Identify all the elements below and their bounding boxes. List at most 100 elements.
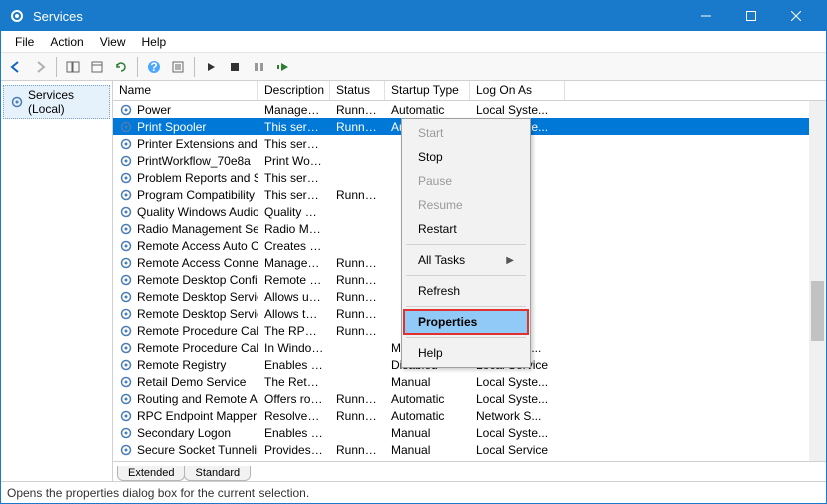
cell-description: Enables rem... — [258, 358, 330, 372]
menu-view[interactable]: View — [92, 33, 134, 51]
service-row[interactable]: RPC Endpoint MapperResolves RP...Running… — [113, 407, 826, 424]
cell-name: Printer Extensions and Notif... — [113, 137, 258, 151]
tree-node-services-local[interactable]: Services (Local) — [3, 85, 110, 119]
cell-description: This service ... — [258, 188, 330, 202]
gear-icon — [119, 137, 133, 151]
cell-status: Running — [330, 307, 385, 321]
cell-description: Provides su... — [258, 443, 330, 457]
ctx-resume[interactable]: Resume — [404, 193, 528, 217]
cell-log-on-as: Network S... — [470, 409, 565, 423]
menubar: File Action View Help — [1, 31, 826, 53]
cell-description: Manages p... — [258, 103, 330, 117]
ctx-separator — [406, 244, 526, 245]
service-row[interactable]: Retail Demo ServiceThe Retail D...Manual… — [113, 373, 826, 390]
close-button[interactable] — [773, 1, 818, 31]
cell-startup-type: Automatic — [385, 460, 470, 462]
titlebar: Services — [1, 1, 826, 31]
toolbar-separator — [137, 57, 138, 77]
cell-status: Running — [330, 443, 385, 457]
cell-description: Enables star... — [258, 426, 330, 440]
menu-help[interactable]: Help — [134, 33, 175, 51]
cell-status: Running — [330, 324, 385, 338]
gear-icon — [119, 256, 133, 270]
ctx-refresh[interactable]: Refresh — [404, 279, 528, 303]
tab-standard[interactable]: Standard — [184, 466, 251, 481]
show-hide-tree-button[interactable] — [62, 56, 84, 78]
start-service-button[interactable] — [200, 56, 222, 78]
col-status[interactable]: Status — [330, 81, 385, 100]
col-name[interactable]: Name — [113, 81, 258, 100]
cell-description: Allows user... — [258, 290, 330, 304]
col-description[interactable]: Description — [258, 81, 330, 100]
service-row[interactable]: Secure Socket Tunneling Pr...Provides su… — [113, 441, 826, 458]
cell-status: Running — [330, 273, 385, 287]
stop-service-button[interactable] — [224, 56, 246, 78]
gear-icon — [119, 120, 133, 134]
ctx-pause[interactable]: Pause — [404, 169, 528, 193]
cell-description: Offers routi... — [258, 392, 330, 406]
gear-icon — [119, 341, 133, 355]
cell-name: Secure Socket Tunneling Pr... — [113, 443, 258, 457]
vertical-scrollbar[interactable] — [809, 101, 826, 461]
menu-action[interactable]: Action — [42, 33, 91, 51]
cell-name: Remote Procedure Call (RP... — [113, 341, 258, 355]
cell-name: Retail Demo Service — [113, 375, 258, 389]
toolbar-separator — [56, 57, 57, 77]
ctx-stop[interactable]: Stop — [404, 145, 528, 169]
gear-icon — [119, 103, 133, 117]
cell-name: Radio Management Service — [113, 222, 258, 236]
ctx-start[interactable]: Start — [404, 121, 528, 145]
ctx-properties[interactable]: Properties — [404, 310, 528, 334]
submenu-arrow-icon: ▶ — [506, 255, 514, 266]
cell-status: Running — [330, 392, 385, 406]
cell-description: In Windows... — [258, 341, 330, 355]
export-list-button[interactable] — [86, 56, 108, 78]
col-log-on-as[interactable]: Log On As — [470, 81, 565, 100]
gear-icon — [119, 154, 133, 168]
restart-service-button[interactable] — [272, 56, 294, 78]
cell-description: Quality Win... — [258, 205, 330, 219]
properties-button[interactable] — [167, 56, 189, 78]
cell-status: Running — [330, 409, 385, 423]
back-button[interactable] — [5, 56, 27, 78]
cell-description: Allows the r... — [258, 307, 330, 321]
cell-name: Remote Registry — [113, 358, 258, 372]
service-row[interactable]: PowerManages p...RunningAutomaticLocal S… — [113, 101, 826, 118]
ctx-restart[interactable]: Restart — [404, 217, 528, 241]
cell-description: The Retail D... — [258, 375, 330, 389]
gear-icon — [119, 443, 133, 457]
cell-description: Resolves RP... — [258, 409, 330, 423]
service-row[interactable]: Routing and Remote AccessOffers routi...… — [113, 390, 826, 407]
view-tabs: Extended Standard — [113, 461, 826, 481]
menu-file[interactable]: File — [7, 33, 42, 51]
cell-name: Remote Desktop Configurat... — [113, 273, 258, 287]
gear-icon — [119, 409, 133, 423]
main-area: Services (Local) Name Description Status… — [1, 81, 826, 481]
scrollbar-thumb[interactable] — [811, 281, 824, 341]
minimize-button[interactable] — [683, 1, 728, 31]
service-row[interactable]: Secondary LogonEnables star...ManualLoca… — [113, 424, 826, 441]
cell-status: Running — [330, 188, 385, 202]
cell-log-on-as: Local Syste... — [470, 460, 565, 462]
tab-extended[interactable]: Extended — [117, 466, 185, 481]
help-button[interactable]: ? — [143, 56, 165, 78]
refresh-button[interactable] — [110, 56, 132, 78]
cell-description: The startup ... — [258, 460, 330, 462]
service-row[interactable]: Security Accounts ManagerThe startup ...… — [113, 458, 826, 461]
cell-startup-type: Automatic — [385, 103, 470, 117]
cell-status: Running — [330, 290, 385, 304]
toolbar: ? — [1, 53, 826, 81]
maximize-button[interactable] — [728, 1, 773, 31]
forward-button[interactable] — [29, 56, 51, 78]
ctx-all-tasks[interactable]: All Tasks▶ — [404, 248, 528, 272]
cell-name: Remote Procedure Call (RPC) — [113, 324, 258, 338]
window-title: Services — [33, 9, 683, 24]
ctx-separator — [406, 275, 526, 276]
pause-service-button[interactable] — [248, 56, 270, 78]
ctx-help[interactable]: Help — [404, 341, 528, 365]
cell-name: Print Spooler — [113, 120, 258, 134]
cell-description: Creates a co... — [258, 239, 330, 253]
cell-log-on-as: Local Syste... — [470, 426, 565, 440]
ctx-separator — [406, 306, 526, 307]
col-startup-type[interactable]: Startup Type — [385, 81, 470, 100]
